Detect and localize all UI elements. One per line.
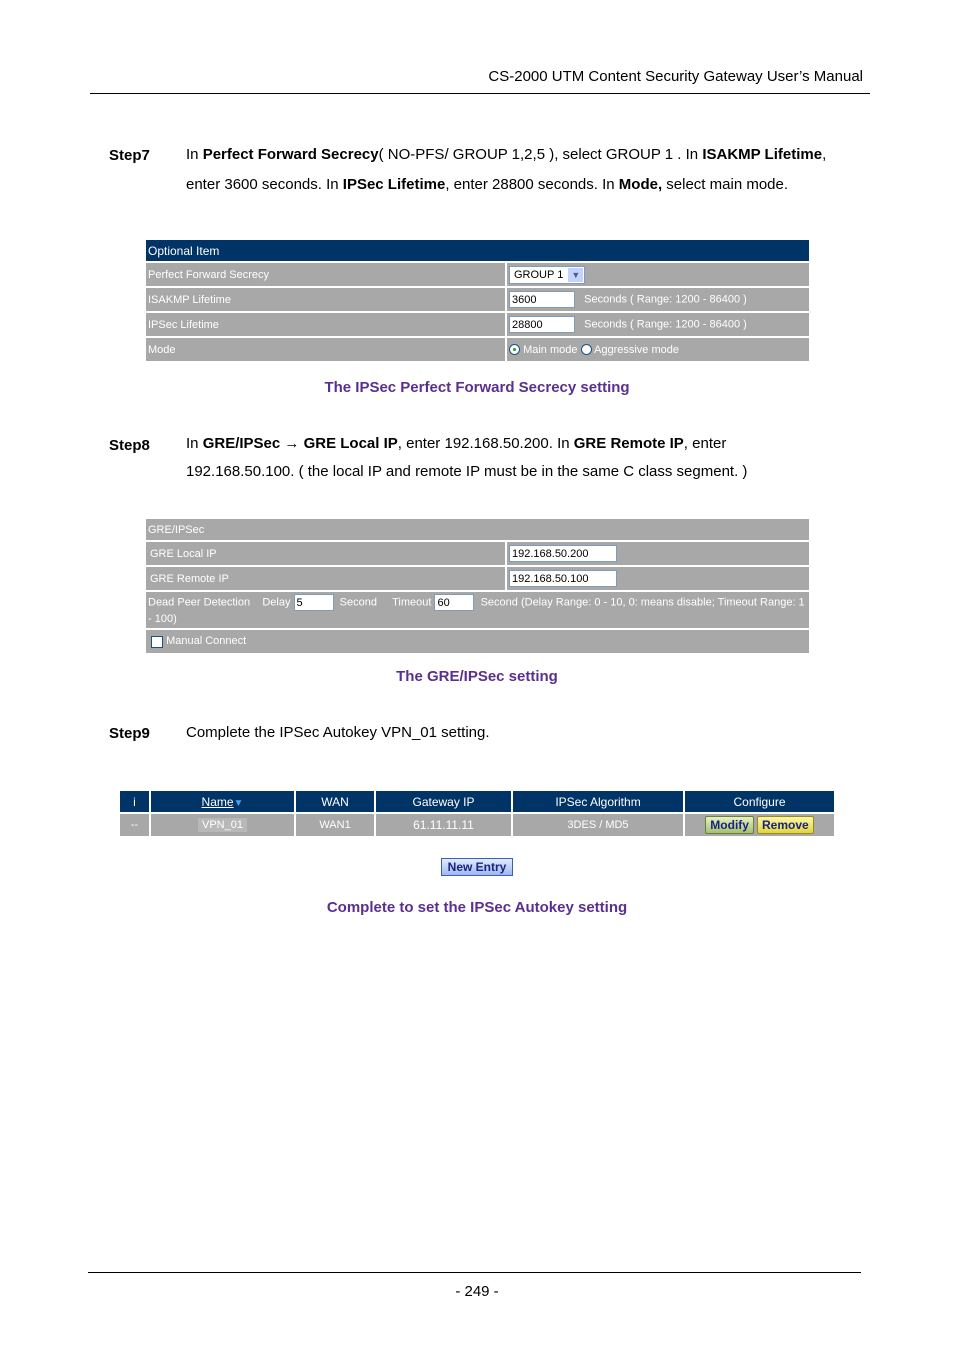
- caption-gre: The GRE/IPSec setting: [396, 668, 558, 685]
- aggressive-mode-label: Aggressive mode: [594, 343, 679, 356]
- isakmp-hint: Seconds ( Range: 1200 - 86400 ): [584, 293, 747, 306]
- gre-local-label: GRE Local IP: [146, 542, 507, 565]
- step9-text: Complete the IPSec Autokey VPN_01 settin…: [186, 724, 490, 741]
- pfs-label: Perfect Forward Secrecy: [146, 263, 507, 286]
- row-index: --: [120, 812, 149, 836]
- row-wan: WAN1: [296, 812, 374, 836]
- chevron-down-icon: ▼: [568, 267, 584, 282]
- timeout-input[interactable]: 60: [434, 593, 475, 611]
- ipsec-label: IPSec Lifetime: [146, 313, 507, 336]
- dpd-row: Dead Peer Detection Delay 5 Second Timeo…: [146, 592, 809, 628]
- col-name[interactable]: Name▼: [151, 791, 294, 812]
- step8-text: In GRE/IPSec → GRE Local IP, enter 192.1…: [186, 435, 748, 480]
- isakmp-label: ISAKMP Lifetime: [146, 288, 507, 311]
- vpn-list-table: i Name▼ WAN Gateway IP IPSec Algorithm C…: [118, 791, 836, 836]
- gre-ipsec-title: GRE/IPSec: [146, 519, 809, 540]
- col-gateway: Gateway IP: [376, 791, 511, 812]
- header-divider: [90, 93, 870, 94]
- timeout-label: Timeout: [392, 595, 432, 608]
- manual-connect-label: Manual Connect: [166, 635, 247, 648]
- step7-label: Step7: [109, 147, 150, 164]
- row-algorithm: 3DES / MD5: [513, 812, 683, 836]
- table-row: -- VPN_01 WAN1 61.11.11.11 3DES / MD5 Mo…: [120, 812, 834, 836]
- main-mode-radio[interactable]: [509, 344, 520, 356]
- mode-label: Mode: [146, 338, 507, 361]
- caption-autokey: Complete to set the IPSec Autokey settin…: [326, 899, 628, 916]
- footer-divider: [88, 1272, 861, 1273]
- gre-ipsec-table: GRE/IPSec GRE Local IP 192.168.50.200 GR…: [146, 517, 809, 655]
- gre-remote-ip-input[interactable]: 192.168.50.100: [509, 570, 617, 587]
- new-entry-button[interactable]: New Entry: [440, 858, 514, 876]
- step9-label: Step9: [109, 725, 150, 742]
- modify-button[interactable]: Modify: [705, 816, 754, 834]
- sort-down-icon: ▼: [233, 797, 244, 809]
- optional-item-table: Optional Item Perfect Forward Secrecy GR…: [146, 238, 809, 363]
- ipsec-hint: Seconds ( Range: 1200 - 86400 ): [584, 318, 747, 331]
- ipsec-lifetime-input[interactable]: 28800: [509, 316, 575, 333]
- delay-label: Delay: [262, 595, 291, 608]
- row-name: VPN_01: [198, 818, 247, 832]
- isakmp-lifetime-input[interactable]: 3600: [509, 291, 575, 308]
- row-gateway: 61.11.11.11: [376, 812, 511, 836]
- col-algorithm: IPSec Algorithm: [513, 791, 683, 812]
- gre-remote-label: GRE Remote IP: [146, 567, 507, 590]
- manual-connect-checkbox[interactable]: [151, 635, 163, 648]
- delay-unit: Second: [339, 595, 377, 608]
- step8-label: Step8: [109, 437, 150, 454]
- gre-local-ip-input[interactable]: 192.168.50.200: [509, 545, 617, 562]
- step7-text: In Perfect Forward Secrecy( NO-PFS/ GROU…: [186, 146, 827, 193]
- pfs-select[interactable]: GROUP 1 ▼: [509, 265, 586, 284]
- col-wan: WAN: [296, 791, 374, 812]
- manual-title: CS-2000 UTM Content Security Gateway Use…: [488, 68, 863, 85]
- caption-pfs: The IPSec Perfect Forward Secrecy settin…: [324, 379, 630, 396]
- col-index: i: [120, 791, 149, 812]
- main-mode-label: Main mode: [523, 343, 578, 356]
- optional-item-title: Optional Item: [146, 240, 809, 261]
- delay-input[interactable]: 5: [293, 593, 334, 611]
- aggressive-mode-radio[interactable]: [580, 344, 592, 356]
- col-configure: Configure: [685, 791, 834, 812]
- page-number: - 249 -: [455, 1283, 499, 1300]
- dpd-label: Dead Peer Detection: [148, 595, 251, 608]
- remove-button[interactable]: Remove: [757, 816, 814, 834]
